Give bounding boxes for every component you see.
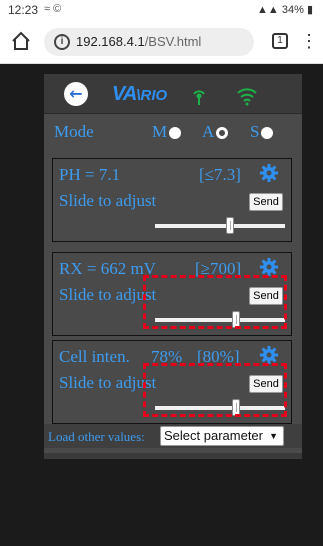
highlight-box (143, 363, 287, 417)
home-icon[interactable] (10, 30, 32, 52)
rx-title: RX = 662 mV (59, 259, 156, 278)
url-text: 192.168.4.1/BSV.html (76, 34, 201, 49)
ph-panel: PH = 7.1 [≤7.3] Slide to adjust Send (52, 158, 292, 242)
url-path: /BSV.html (144, 34, 202, 49)
parameter-select[interactable]: Select parameter ▼ (160, 426, 284, 446)
app-header: ← VA\RIO (44, 74, 302, 114)
battery-icon: ▮ (306, 4, 313, 16)
footer-bar (44, 453, 302, 459)
vario-logo: VA\RIO (112, 83, 168, 105)
cell-panel: Cell inten. 78% [80%] Slide to adjust Se… (52, 340, 292, 424)
mode-label: Mode (54, 122, 94, 141)
status-bar: 12:23 ≈ © ▲▲ 34% ▮ (0, 0, 323, 20)
url-host: 192.168.4.1 (76, 34, 145, 49)
gear-icon[interactable] (259, 257, 279, 277)
tab-switcher-button[interactable]: 1 (272, 33, 288, 49)
info-icon[interactable]: i (54, 34, 70, 50)
mode-radio-m[interactable] (169, 127, 182, 140)
status-icons: ≈ © (44, 3, 62, 15)
ph-send-button[interactable]: Send (249, 193, 283, 211)
status-time: 12:23 (8, 3, 39, 17)
vario-app: ← VA\RIO Mode M A S PH = 7.1 [≤7.3] Slid… (44, 74, 302, 454)
ph-limit: [≤7.3] (199, 165, 241, 184)
signal-icon: ▲▲ (257, 4, 279, 16)
load-values-row: Load other values: Select parameter ▼ (44, 424, 302, 448)
address-bar[interactable]: i 192.168.4.1/BSV.html (44, 28, 254, 56)
mode-option-a[interactable]: A (202, 122, 229, 142)
mode-row: Mode M A S (44, 122, 302, 146)
status-right: ▲▲ 34% ▮ (257, 3, 313, 16)
rx-panel: RX = 662 mV [≥700] Slide to adjust Send (52, 252, 292, 336)
rx-subtitle: Slide to adjust (59, 285, 157, 304)
back-arrow-icon[interactable]: ← (64, 82, 88, 106)
cell-title: Cell inten. (59, 347, 130, 366)
gear-icon[interactable] (259, 163, 279, 183)
load-label: Load other values: (48, 429, 145, 444)
highlight-box (143, 275, 287, 329)
web-content: ← VA\RIO Mode M A S PH = 7.1 [≤7.3] Slid… (0, 64, 323, 546)
gear-icon[interactable] (259, 345, 279, 365)
browser-toolbar: i 192.168.4.1/BSV.html 1 ⋮ (0, 20, 323, 64)
ph-slider-track[interactable] (155, 224, 285, 228)
mode-option-m[interactable]: M (152, 122, 182, 142)
battery-percent: 34% (281, 4, 304, 16)
mode-radio-a[interactable] (216, 127, 229, 140)
ph-slider-thumb[interactable] (226, 217, 235, 234)
ph-title: PH = 7.1 (59, 165, 121, 184)
cell-subtitle: Slide to adjust (59, 373, 157, 392)
more-menu-icon[interactable]: ⋮ (300, 30, 318, 52)
antenna-icon (193, 90, 205, 105)
mode-option-s[interactable]: S (250, 122, 274, 142)
ph-subtitle: Slide to adjust (59, 191, 157, 210)
mode-radio-s[interactable] (261, 127, 274, 140)
wifi-icon (237, 88, 257, 106)
dropdown-caret-icon: ▼ (269, 431, 278, 441)
